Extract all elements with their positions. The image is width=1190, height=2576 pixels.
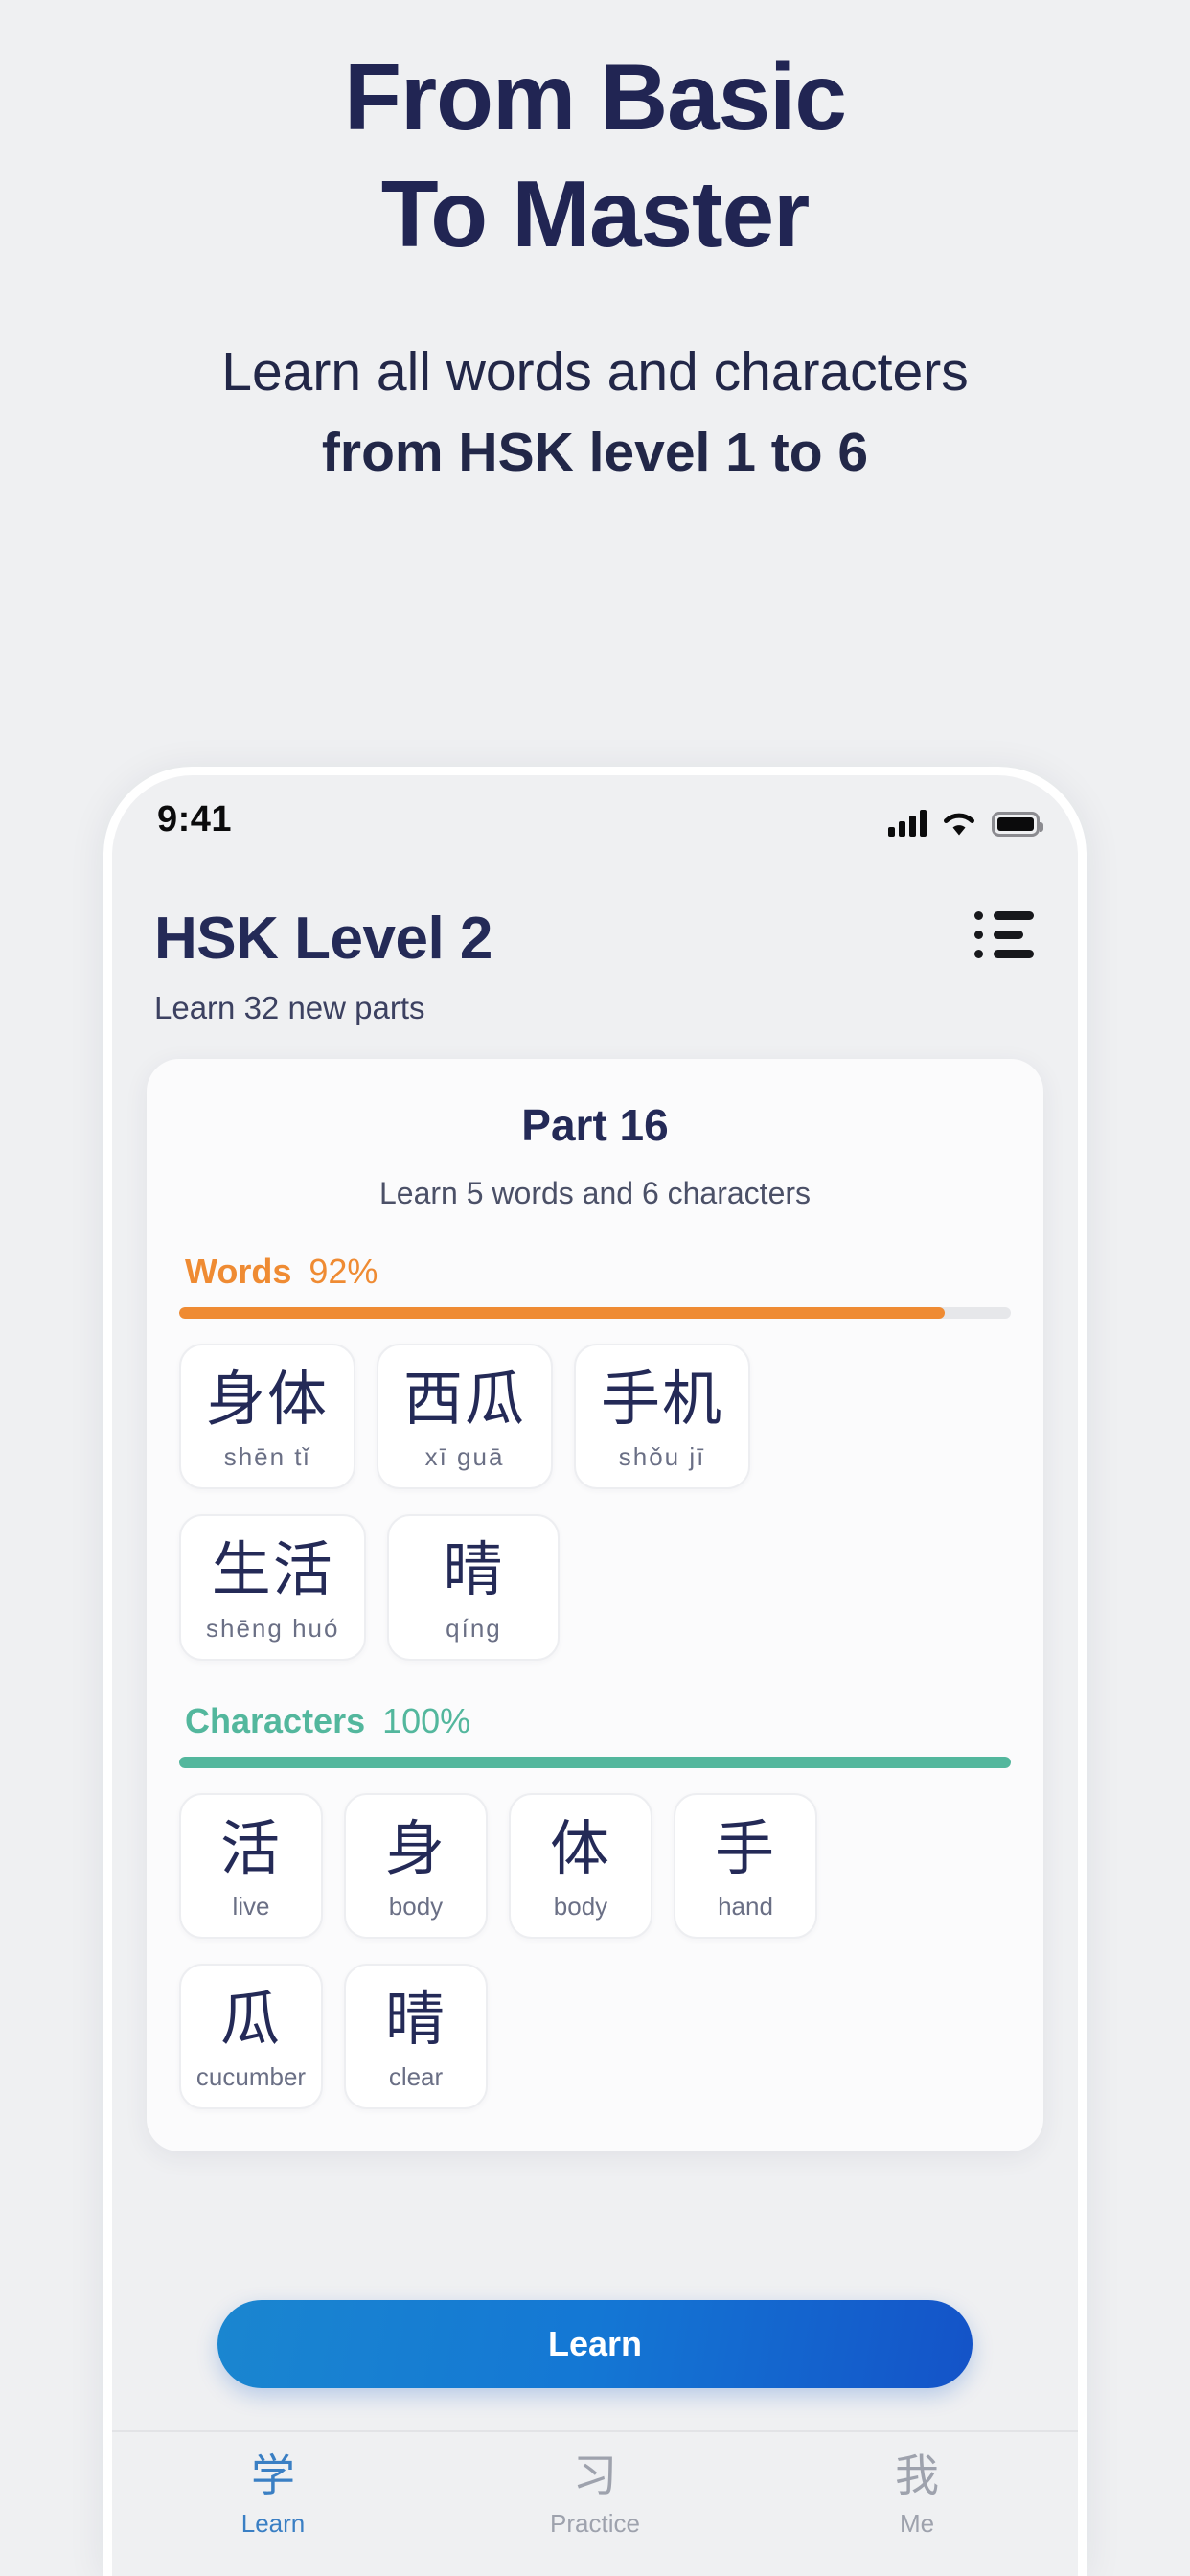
word-pinyin: shēng huó — [206, 1613, 340, 1643]
characters-label: Characters — [185, 1700, 366, 1740]
tab-learn[interactable]: 学 Learn — [112, 2432, 434, 2576]
tab-me-label: Me — [899, 2509, 935, 2538]
promo-title: From Basic To Master — [0, 50, 1190, 261]
character-hanzi: 身 — [384, 1812, 446, 1883]
character-meaning: live — [232, 1891, 270, 1920]
word-tile[interactable]: 手机 shǒu jī — [574, 1344, 751, 1490]
words-section-header: Words 92% — [179, 1252, 1011, 1292]
cellular-signal-icon — [888, 810, 927, 837]
characters-progress-track — [179, 1756, 1011, 1768]
character-meaning: hand — [718, 1891, 773, 1920]
word-hanzi: 身体 — [206, 1364, 330, 1434]
word-hanzi: 晴 — [443, 1534, 505, 1605]
bottom-area: Learn 学 Learn 习 Practice 我 Me — [112, 2221, 1078, 2576]
characters-tile-row: 活 live 身 body 体 body 手 hand — [179, 1792, 1011, 1939]
characters-progress-fill — [179, 1756, 1011, 1768]
character-meaning: body — [553, 1891, 608, 1920]
app-header: HSK Level 2 Learn 32 new parts — [112, 863, 1078, 1026]
words-progress-track — [179, 1307, 1011, 1319]
part-subtitle: Learn 5 words and 6 characters — [378, 1176, 812, 1210]
character-hanzi: 体 — [549, 1812, 611, 1883]
word-pinyin: qíng — [446, 1613, 502, 1643]
status-bar: 9:41 — [112, 775, 1078, 863]
phone-mockup: 9:41 HSK Level 2 Learn 32 new parts Part… — [103, 767, 1087, 2576]
promo-header: From Basic To Master Learn all words and… — [0, 0, 1190, 486]
word-pinyin: shǒu jī — [618, 1442, 706, 1472]
word-hanzi: 生活 — [211, 1534, 334, 1605]
status-time: 9:41 — [157, 799, 233, 840]
phone-screen: 9:41 HSK Level 2 Learn 32 new parts Part… — [112, 775, 1078, 2576]
part-card[interactable]: Part 16 Learn 5 words and 6 characters W… — [147, 1059, 1043, 2152]
part-title: Part 16 — [521, 1100, 669, 1150]
list-menu-icon[interactable] — [974, 911, 1034, 963]
character-tile[interactable]: 瓜 cucumber — [179, 1963, 323, 2110]
page-subtitle: Learn 32 new parts — [154, 990, 425, 1025]
character-hanzi: 手 — [714, 1812, 776, 1883]
character-meaning: clear — [388, 2062, 444, 2092]
word-hanzi: 手机 — [601, 1364, 724, 1434]
tab-learn-icon: 学 — [251, 2450, 295, 2501]
page-title: HSK Level 2 — [154, 906, 492, 972]
tab-practice[interactable]: 习 Practice — [434, 2432, 756, 2576]
character-tile[interactable]: 活 live — [179, 1792, 323, 1939]
characters-tile-row: 瓜 cucumber 晴 clear — [179, 1963, 1011, 2110]
words-percent: 92% — [309, 1252, 378, 1291]
tab-practice-label: Practice — [550, 2509, 640, 2538]
characters-percent: 100% — [382, 1700, 471, 1740]
learn-button[interactable]: Learn — [217, 2300, 973, 2388]
word-pinyin: xī guā — [424, 1442, 505, 1472]
character-hanzi: 晴 — [384, 1983, 446, 2054]
word-pinyin: shēn tǐ — [223, 1442, 311, 1472]
character-hanzi: 瓜 — [219, 1983, 282, 2054]
tab-learn-label: Learn — [240, 2509, 306, 2538]
words-label: Words — [185, 1252, 292, 1291]
tab-practice-icon: 习 — [573, 2450, 617, 2501]
wifi-icon — [942, 810, 976, 837]
status-icons — [888, 804, 1043, 837]
promo-subtitle-line-2: from HSK level 1 to 6 — [321, 422, 869, 484]
promo-title-line-1: From Basic — [344, 44, 847, 150]
promo-subtitle-line-1: Learn all words and characters — [221, 341, 969, 402]
character-tile[interactable]: 晴 clear — [344, 1963, 488, 2110]
promo-subtitle: Learn all words and characters from HSK … — [0, 339, 1190, 486]
words-tile-row: 生活 shēng huó 晴 qíng — [179, 1514, 1011, 1661]
words-progress-fill — [179, 1307, 945, 1319]
character-meaning: cucumber — [195, 2062, 307, 2092]
word-tile[interactable]: 身体 shēn tǐ — [179, 1344, 356, 1490]
tab-me-icon: 我 — [895, 2450, 939, 2501]
character-tile[interactable]: 体 body — [509, 1792, 652, 1939]
promo-title-line-2: To Master — [380, 161, 811, 266]
word-hanzi: 西瓜 — [403, 1364, 527, 1434]
battery-full-icon — [992, 812, 1043, 837]
word-tile[interactable]: 生活 shēng huó — [179, 1514, 367, 1661]
word-tile[interactable]: 晴 qíng — [387, 1514, 561, 1661]
characters-section-header: Characters 100% — [179, 1701, 1011, 1741]
words-tile-row: 身体 shēn tǐ 西瓜 xī guā 手机 shǒu jī — [179, 1344, 1011, 1490]
character-meaning: body — [388, 1891, 444, 1920]
character-hanzi: 活 — [219, 1812, 282, 1883]
character-tile[interactable]: 身 body — [344, 1792, 488, 1939]
character-tile[interactable]: 手 hand — [674, 1792, 817, 1939]
tab-bar: 学 Learn 习 Practice 我 Me — [112, 2430, 1078, 2576]
word-tile[interactable]: 西瓜 xī guā — [377, 1344, 554, 1490]
tab-me[interactable]: 我 Me — [756, 2432, 1078, 2576]
